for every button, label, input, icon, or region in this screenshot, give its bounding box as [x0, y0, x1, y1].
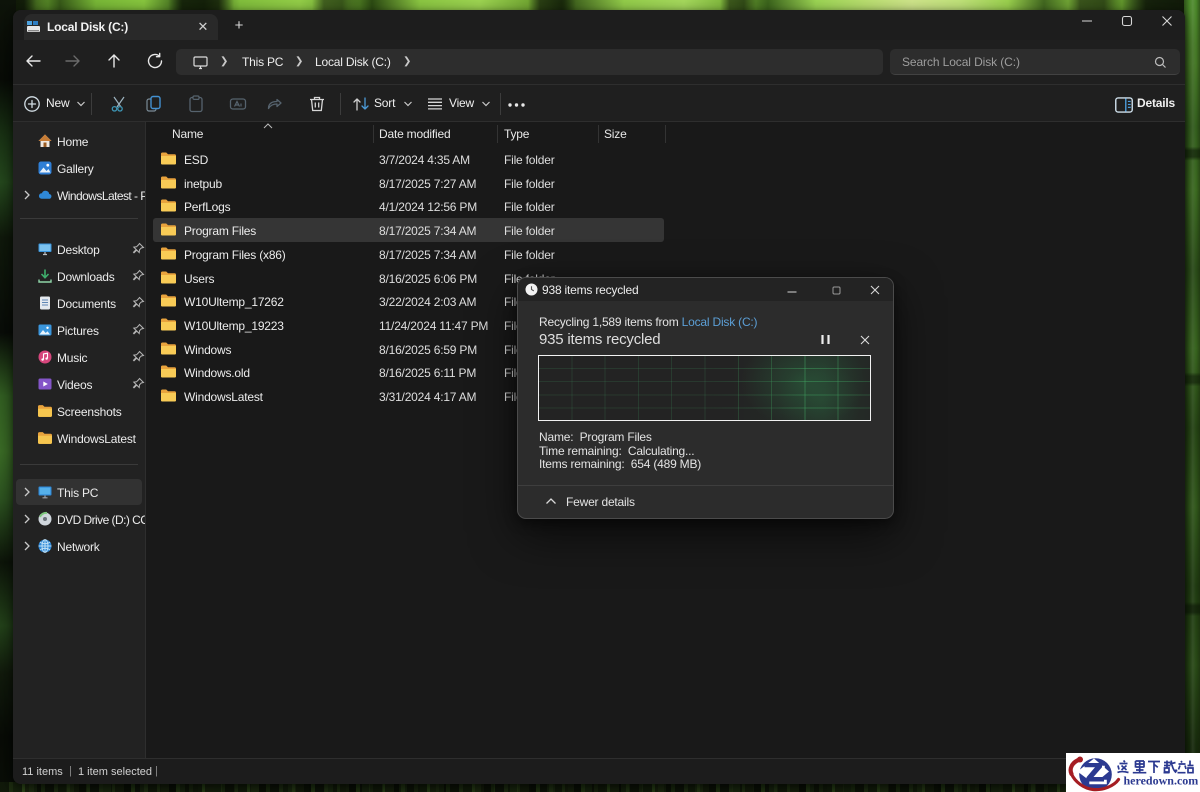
- svg-text:heredown.com: heredown.com: [1124, 774, 1199, 788]
